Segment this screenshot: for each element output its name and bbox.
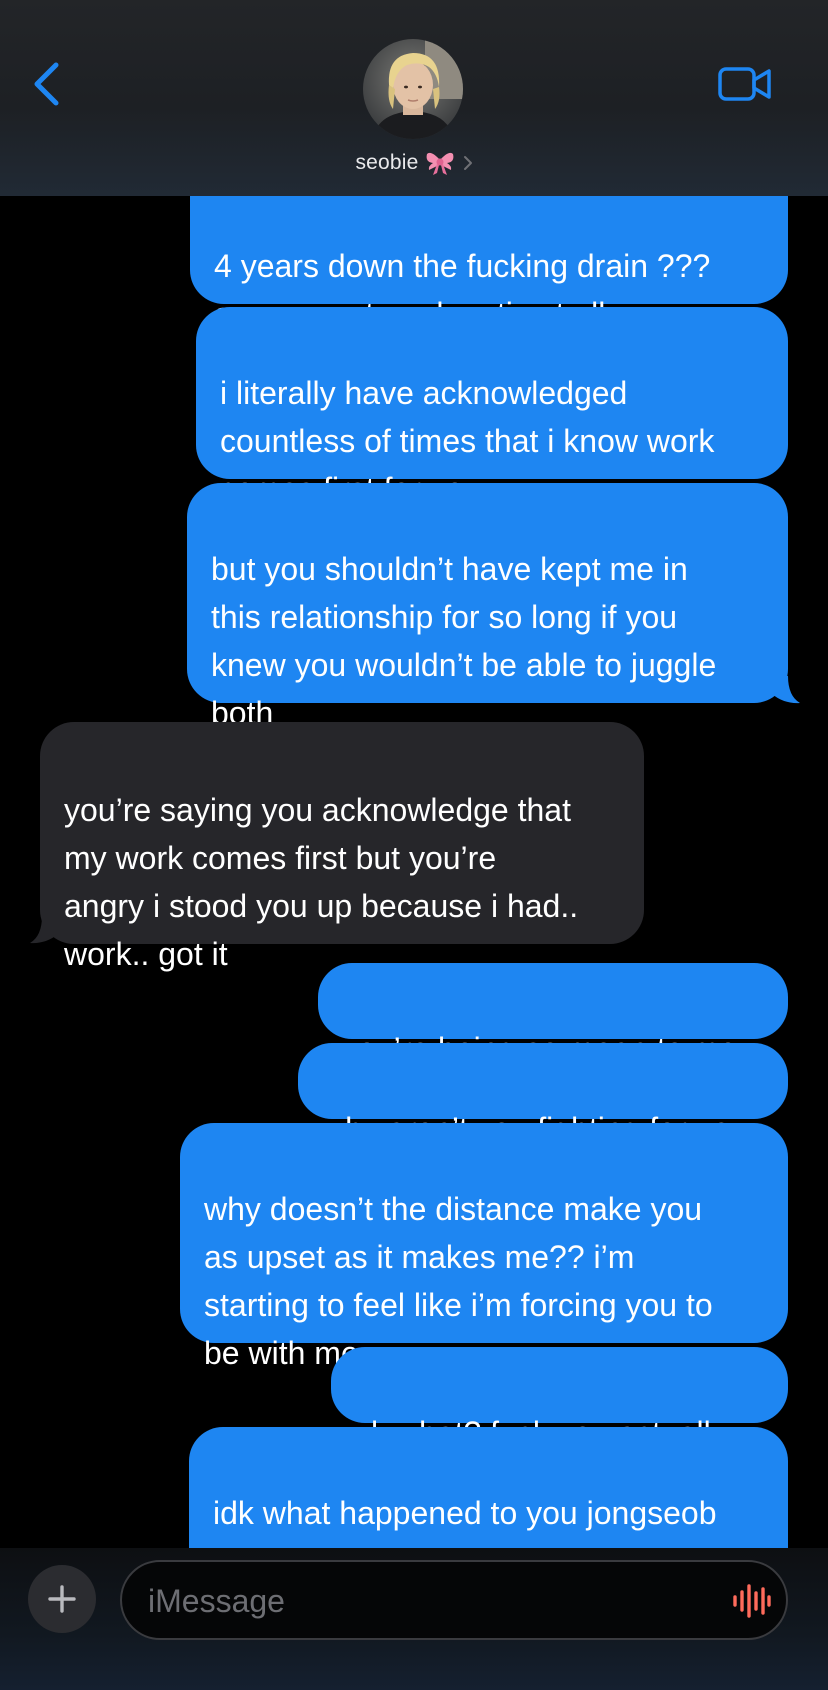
message-bubble-incoming[interactable]: you’re saying you acknowledge that my wo… [40,722,644,972]
audio-message-button[interactable] [728,1578,774,1624]
contact-avatar[interactable] [363,39,463,139]
pink-bow-icon [425,150,455,176]
bubble-tail [772,676,800,704]
message-thread[interactable]: 4 years down the fucking drain ??? are y… [0,0,828,1690]
message-bubble-outgoing[interactable]: idk what happened to you jongseob but yo… [189,1427,788,1579]
message-text: you’re saying you acknowledge that my wo… [64,792,579,972]
message-bubble-outgoing[interactable]: why doesn’t the distance make you as ups… [180,1123,788,1371]
video-call-button[interactable] [716,62,774,106]
apps-plus-button[interactable] [28,1565,96,1633]
chevron-left-icon [34,62,59,106]
message-text: but you shouldn’t have kept me in this r… [211,551,717,731]
message-input-field[interactable] [120,1560,788,1640]
avatar-image [363,39,463,139]
message-input[interactable] [146,1562,710,1640]
plus-icon [48,1585,76,1613]
chevron-right-icon [463,155,473,171]
message-bubble-outgoing[interactable]: i literally have acknowledged countless … [196,307,788,507]
video-camera-icon [718,67,771,101]
waveform-icon [733,1584,771,1618]
back-button[interactable] [26,56,66,112]
contact-name-button[interactable]: seobie [0,148,828,178]
message-bubble-outgoing[interactable]: 4 years down the fucking drain ??? are y… [190,186,788,332]
message-bubble-outgoing[interactable]: but you shouldn’t have kept me in this r… [187,483,788,731]
message-bubble-outgoing[interactable]: you’re being so mean to me [318,963,788,1067]
message-composer [0,1548,828,1690]
message-bubble-outgoing[interactable]: why aren’t you fighting for us [298,1043,788,1147]
message-bubble-outgoing[interactable]: yk what? fuck you actually [331,1347,788,1451]
conversation-header: seobie [0,0,828,196]
contact-name: seobie [355,151,419,174]
bubble-tail [30,916,58,944]
